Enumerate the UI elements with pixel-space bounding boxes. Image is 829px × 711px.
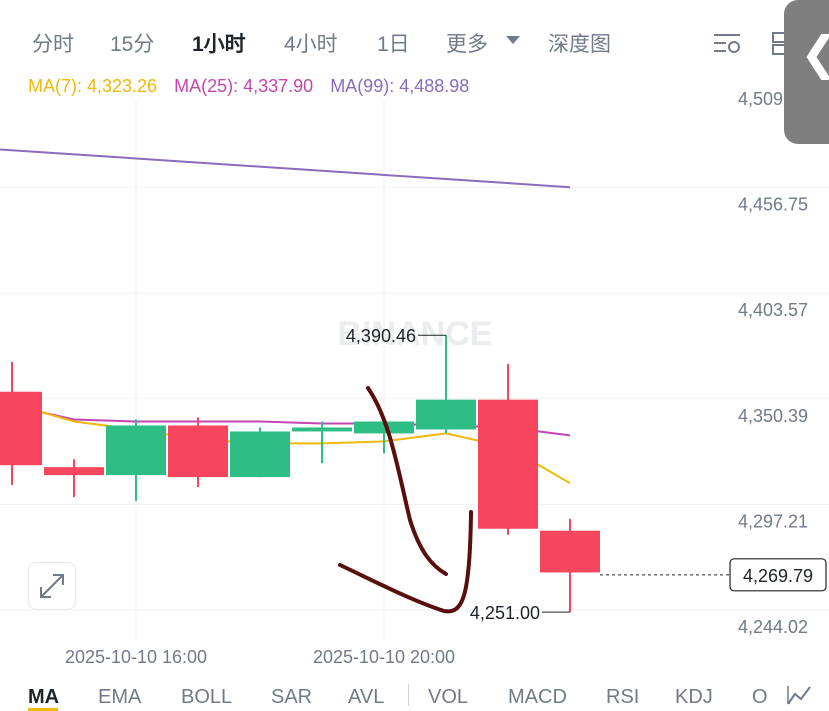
indicator-ma[interactable]: MA: [28, 686, 59, 709]
chart-grid: [0, 100, 829, 640]
indicator-divider: [408, 684, 409, 706]
candle-body: [44, 467, 104, 476]
candlestick-chart[interactable]: BINANCE 4,390.464,251.004,269.79 4,5094,…: [0, 0, 829, 680]
candle-body: [106, 425, 166, 476]
candle-body: [416, 399, 476, 430]
x-tick-label: 2025-10-10 16:00: [65, 647, 207, 667]
ma99-line: [0, 148, 571, 189]
last-price-label: 4,269.79: [743, 566, 813, 586]
indicator-vol[interactable]: VOL: [428, 686, 468, 709]
indicator-kdj[interactable]: KDJ: [675, 686, 713, 709]
candle-body: [0, 391, 42, 466]
y-axis: 4,509 4,456.75 4,403.57 4,350.39 4,297.21 4,2…: [738, 89, 808, 637]
hand-drawn-annotation-stroke-2: [338, 510, 473, 614]
side-panel-handle[interactable]: ❮: [784, 0, 829, 144]
price-markers: 4,390.46 4,251.00 4,269.79: [346, 326, 827, 623]
chevron-left-icon[interactable]: ❮: [800, 26, 829, 80]
y-tick-label: 4,509: [738, 89, 783, 109]
indicator-macd[interactable]: MACD: [508, 686, 567, 709]
indicator-avl[interactable]: AVL: [348, 686, 384, 709]
x-axis: 2025-10-10 16:00 2025-10-10 20:00: [65, 647, 455, 667]
candle-body: [292, 427, 352, 432]
high-price-label: 4,390.46: [346, 326, 416, 346]
candles: [0, 335, 600, 613]
y-tick-label: 4,456.75: [738, 195, 808, 215]
indicator-o[interactable]: O: [752, 686, 768, 709]
x-tick-label: 2025-10-10 20:00: [313, 647, 455, 667]
indicator-rsi[interactable]: RSI: [606, 686, 639, 709]
low-price-label: 4,251.00: [470, 603, 540, 623]
candle-body: [230, 431, 290, 478]
indicator-bar: MA EMA BOLL SAR AVL VOL MACD RSI KDJ O: [0, 680, 829, 711]
indicator-ema[interactable]: EMA: [98, 686, 141, 709]
y-tick-label: 4,403.57: [738, 300, 808, 320]
indicator-boll[interactable]: BOLL: [181, 686, 232, 709]
expand-arrows-icon: [40, 574, 64, 598]
y-tick-label: 4,350.39: [738, 406, 808, 426]
y-tick-label: 4,244.02: [738, 617, 808, 637]
expand-chart-button[interactable]: [28, 562, 76, 610]
indicator-settings-icon[interactable]: [786, 684, 814, 706]
candle-body: [168, 425, 228, 478]
y-tick-label: 4,297.21: [738, 511, 808, 531]
candle-body: [540, 530, 600, 573]
indicator-sar[interactable]: SAR: [271, 686, 312, 709]
candle-body: [478, 399, 538, 529]
